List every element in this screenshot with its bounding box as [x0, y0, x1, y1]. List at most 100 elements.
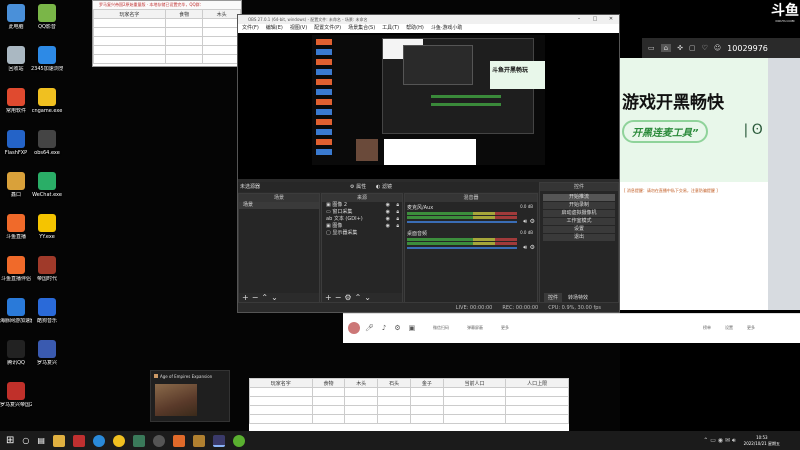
cell[interactable]	[505, 405, 569, 415]
desktop-icon[interactable]: 斗鱼直播伴侣	[0, 256, 32, 282]
green-app-icon[interactable]	[232, 434, 245, 447]
desktop-icon[interactable]: 罗马复兴帝国2原始重量版	[0, 382, 32, 408]
gamepad-icon[interactable]: ✜	[677, 44, 683, 52]
desktop-icon[interactable]: 海豚网游加速器5.0	[0, 298, 32, 324]
cell[interactable]	[164, 18, 204, 28]
cell[interactable]	[311, 396, 346, 406]
obs-icon[interactable]	[152, 434, 165, 447]
sound-icon[interactable]: ♪	[382, 324, 386, 332]
tv-icon[interactable]: ▢	[689, 44, 696, 52]
visibility-icon[interactable]: ◉	[386, 209, 390, 216]
lock-icon[interactable]: 🔒︎	[396, 209, 399, 216]
settings-button[interactable]: 设置	[543, 226, 615, 233]
cell[interactable]	[93, 27, 166, 37]
gear-icon[interactable]: ⚙	[344, 293, 354, 302]
spreadsheet-window-bottom[interactable]: 玩家名字 食物 木头 石头 金子 当前人口 人口上限	[249, 378, 569, 431]
up-icon[interactable]: ⌃	[261, 293, 271, 302]
menu-help[interactable]: 帮助(H)	[406, 24, 424, 33]
cell[interactable]	[344, 396, 379, 406]
edge-icon[interactable]	[92, 434, 105, 447]
app-square-icon[interactable]	[132, 434, 145, 447]
cell[interactable]	[377, 414, 411, 424]
gear-icon[interactable]: ⚙	[530, 244, 535, 251]
app-red-icon[interactable]	[72, 434, 85, 447]
virtual-camera-button[interactable]: 启动虚拟摄像机	[543, 210, 615, 217]
obs-titlebar[interactable]: OBS 27.0.1 (64-bit, windows) - 配置文件: 未命名…	[238, 15, 619, 24]
camera-icon[interactable]: ▣	[409, 324, 416, 332]
heart-icon[interactable]: ♡	[702, 44, 708, 52]
clock[interactable]: 10:53 2022/10/21 星期五	[744, 435, 780, 447]
home-icon[interactable]: ⌂	[660, 44, 672, 52]
cell[interactable]	[377, 405, 411, 415]
cell[interactable]	[377, 387, 411, 397]
speaker-icon[interactable]: 🔊︎	[523, 244, 527, 252]
cell[interactable]	[164, 45, 204, 55]
user-icon[interactable]: ☺	[714, 44, 721, 52]
search-icon[interactable]: ○	[22, 436, 29, 445]
cell[interactable]	[409, 387, 444, 397]
cell[interactable]	[344, 414, 379, 424]
cell[interactable]	[249, 387, 313, 397]
cell[interactable]	[505, 414, 569, 424]
cell[interactable]	[202, 45, 241, 55]
desktop-icon[interactable]: FlashFXP	[0, 130, 32, 156]
cell[interactable]	[409, 396, 444, 406]
maximize-icon[interactable]: □	[587, 15, 603, 24]
cell[interactable]	[202, 54, 241, 64]
cell[interactable]	[344, 405, 379, 415]
cell[interactable]	[409, 405, 444, 415]
start-recording-button[interactable]: 开始录制	[543, 202, 615, 209]
windows-start-icon[interactable]: ⊞	[6, 435, 14, 446]
cell[interactable]	[202, 27, 241, 37]
spreadsheet-window-top[interactable]: 罗马复兴帝国2原始重量版 · 本地存储已设置完毕，QQ群： 玩家名字 食物 木头	[92, 0, 242, 67]
volume-slider[interactable]	[407, 247, 517, 249]
cell[interactable]	[311, 387, 346, 397]
more-options-label[interactable]: 更多	[747, 325, 755, 331]
cell[interactable]	[164, 36, 204, 46]
desktop-icon[interactable]: 腾讯QQ	[0, 340, 32, 366]
explorer-icon[interactable]	[52, 434, 65, 447]
cell[interactable]	[249, 414, 313, 424]
cell[interactable]	[409, 414, 444, 424]
cell[interactable]	[93, 18, 166, 28]
up-icon[interactable]: ⌃	[355, 293, 365, 302]
desktop-icon[interactable]: WeChat.exe	[31, 172, 63, 198]
cell[interactable]	[442, 405, 507, 415]
source-item[interactable]: ab 文本 (GDI+) ◉ 🔒︎	[322, 216, 402, 223]
cell[interactable]	[505, 396, 569, 406]
menu-tools[interactable]: 工具(T)	[382, 24, 399, 33]
lock-icon[interactable]: 🔒︎	[396, 202, 399, 209]
cell[interactable]	[442, 387, 507, 397]
down-icon[interactable]: ⌄	[364, 293, 374, 302]
lock-icon[interactable]: 🔒︎	[396, 216, 399, 223]
visibility-icon[interactable]: ◉	[386, 223, 390, 230]
start-streaming-button[interactable]: 开始推流	[543, 194, 615, 201]
desktop-icon[interactable]: YY.exe	[31, 214, 63, 240]
cell[interactable]	[442, 396, 507, 406]
taskbar-preview-popup[interactable]: Age of Empires Expansion	[150, 370, 230, 422]
minimize-icon[interactable]: –	[571, 15, 587, 24]
source-item[interactable]: ▣ 图像 2 ◉ 🔒︎	[322, 202, 402, 209]
cell[interactable]	[164, 54, 204, 64]
down-icon[interactable]: ⌄	[271, 293, 281, 302]
menu-edit[interactable]: 编辑(E)	[266, 24, 283, 33]
game-icon[interactable]	[192, 434, 205, 447]
add-icon[interactable]: +	[242, 293, 252, 302]
menu-view[interactable]: 视图(V)	[290, 24, 307, 33]
cell[interactable]	[202, 36, 241, 46]
desktop-icon[interactable]: 鑫口	[0, 172, 32, 198]
obs-preview[interactable]: 斗鱼开黑畅玩	[238, 33, 619, 179]
source-item[interactable]: ▭ 窗口采集 ◉ 🔒︎	[322, 209, 402, 216]
visibility-icon[interactable]: ◉	[386, 202, 390, 209]
desktop-icon[interactable]: cngame.exe	[31, 88, 63, 114]
cell[interactable]	[377, 396, 411, 406]
close-icon[interactable]: ✕	[603, 15, 619, 24]
desktop-icon[interactable]: 此电脑	[0, 4, 32, 30]
cell[interactable]	[442, 414, 507, 424]
studio-mode-button[interactable]: 工作室模式	[543, 218, 615, 225]
taskview-icon[interactable]: ▤	[37, 436, 45, 445]
menu-scene-collection[interactable]: 场景集合(S)	[348, 24, 375, 33]
screen-icon[interactable]: ▭	[648, 44, 655, 52]
douyu-app-icon[interactable]	[172, 434, 185, 447]
filter-button[interactable]: ◐ 滤镜	[376, 182, 392, 192]
